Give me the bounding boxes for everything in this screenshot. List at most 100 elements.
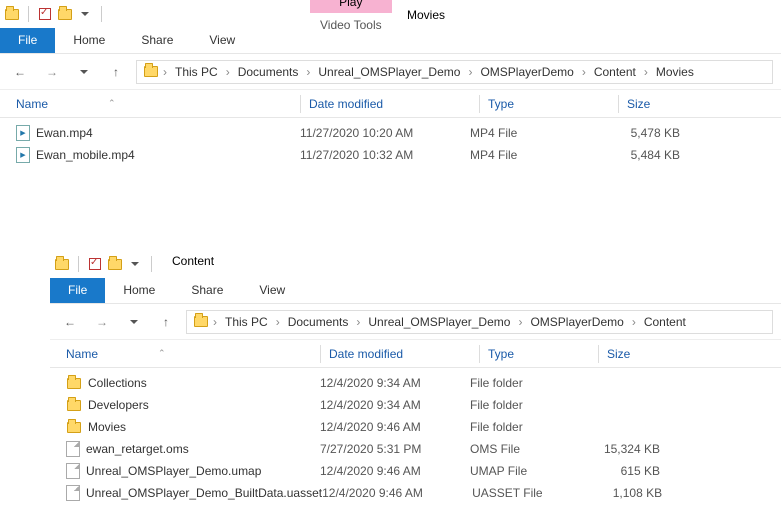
- breadcrumb-seg[interactable]: Documents: [234, 63, 303, 81]
- chevron-right-icon[interactable]: ›: [304, 65, 312, 79]
- breadcrumb-seg[interactable]: OMSPlayerDemo: [526, 313, 627, 331]
- tab-share[interactable]: Share: [173, 278, 241, 303]
- sort-caret-icon: ⌃: [108, 98, 116, 109]
- folder-icon: [66, 375, 82, 391]
- file-name: ewan_retarget.oms: [86, 442, 189, 456]
- breadcrumb-seg[interactable]: OMSPlayerDemo: [476, 63, 577, 81]
- properties-icon[interactable]: [37, 6, 53, 22]
- column-headers: Name⌃ Date modified Type Size: [50, 340, 781, 368]
- file-name: Unreal_OMSPlayer_Demo_BuiltData.uasset: [86, 486, 322, 500]
- column-type[interactable]: Type: [488, 97, 618, 111]
- file-row[interactable]: Unreal_OMSPlayer_Demo.umap 12/4/2020 9:4…: [50, 460, 781, 482]
- chevron-right-icon[interactable]: ›: [274, 315, 282, 329]
- breadcrumb[interactable]: › This PC › Documents › Unreal_OMSPlayer…: [136, 60, 773, 84]
- navbar: ← → ↑ › This PC › Documents › Unreal_OMS…: [50, 304, 781, 340]
- file-row[interactable]: ewan_retarget.oms 7/27/2020 5:31 PM OMS …: [50, 438, 781, 460]
- divider: [598, 345, 599, 363]
- up-button[interactable]: ↑: [154, 310, 178, 334]
- window-title: Movies: [395, 4, 457, 26]
- video-file-icon: [16, 147, 30, 163]
- back-button[interactable]: ←: [58, 310, 82, 334]
- tab-share[interactable]: Share: [123, 28, 191, 53]
- tab-file[interactable]: File: [0, 28, 55, 53]
- column-date[interactable]: Date modified: [329, 347, 479, 361]
- chevron-right-icon[interactable]: ›: [354, 315, 362, 329]
- breadcrumb-seg[interactable]: Content: [640, 313, 690, 331]
- file-date: 12/4/2020 9:34 AM: [320, 398, 470, 412]
- window-title: Content: [160, 250, 226, 272]
- chevron-right-icon[interactable]: ›: [224, 65, 232, 79]
- file-type: UMAP File: [470, 464, 580, 478]
- divider: [300, 95, 301, 113]
- folder-icon[interactable]: [107, 256, 123, 272]
- breadcrumb-seg[interactable]: This PC: [171, 63, 222, 81]
- tab-file[interactable]: File: [50, 278, 105, 303]
- column-headers: Name ⌃ Date modified Type Size: [0, 90, 781, 118]
- chevron-right-icon[interactable]: ›: [642, 65, 650, 79]
- column-date[interactable]: Date modified: [309, 97, 479, 111]
- file-type: UASSET File: [472, 486, 582, 500]
- column-size[interactable]: Size: [627, 97, 727, 111]
- breadcrumb[interactable]: › This PC › Documents › Unreal_OMSPlayer…: [186, 310, 773, 334]
- chevron-right-icon[interactable]: ›: [516, 315, 524, 329]
- file-date: 12/4/2020 9:34 AM: [320, 376, 470, 390]
- tab-home[interactable]: Home: [55, 28, 123, 53]
- forward-button[interactable]: →: [90, 310, 114, 334]
- breadcrumb-seg[interactable]: Content: [590, 63, 640, 81]
- divider: [320, 345, 321, 363]
- file-date: 12/4/2020 9:46 AM: [320, 420, 470, 434]
- breadcrumb-seg[interactable]: Movies: [652, 63, 698, 81]
- chevron-down-icon[interactable]: [72, 60, 96, 84]
- folder-icon: [66, 419, 82, 435]
- ribbon-tabs: File Home Share View: [50, 278, 781, 304]
- chevron-down-icon[interactable]: [127, 256, 143, 272]
- file-size: 1,108 KB: [582, 486, 682, 500]
- file-type: MP4 File: [470, 126, 600, 140]
- column-label: Name: [16, 97, 48, 111]
- sort-caret-icon: ⌃: [158, 348, 166, 359]
- file-row[interactable]: Unreal_OMSPlayer_Demo_BuiltData.uasset 1…: [50, 482, 781, 504]
- breadcrumb-seg[interactable]: This PC: [221, 313, 272, 331]
- tab-view[interactable]: View: [241, 278, 303, 303]
- file-row[interactable]: Collections 12/4/2020 9:34 AM File folde…: [50, 372, 781, 394]
- back-button[interactable]: ←: [8, 60, 32, 84]
- chevron-right-icon[interactable]: ›: [211, 315, 219, 329]
- column-type[interactable]: Type: [488, 347, 598, 361]
- chevron-down-icon[interactable]: [77, 6, 93, 22]
- explorer-window-movies: Play Video Tools Movies File Home Share …: [0, 0, 781, 170]
- divider: [479, 95, 480, 113]
- column-size[interactable]: Size: [607, 347, 707, 361]
- file-row[interactable]: Ewan.mp4 11/27/2020 10:20 AM MP4 File 5,…: [0, 122, 781, 144]
- chevron-down-icon[interactable]: [122, 310, 146, 334]
- folder-icon: [143, 64, 159, 80]
- column-name[interactable]: Name ⌃: [0, 97, 300, 111]
- file-name: Ewan_mobile.mp4: [36, 148, 135, 162]
- divider: [479, 345, 480, 363]
- tab-home[interactable]: Home: [105, 278, 173, 303]
- tab-view[interactable]: View: [191, 28, 253, 53]
- file-icon: [66, 441, 80, 457]
- folder-icon[interactable]: [57, 6, 73, 22]
- chevron-right-icon[interactable]: ›: [580, 65, 588, 79]
- file-name: Ewan.mp4: [36, 126, 93, 140]
- divider: [101, 6, 102, 22]
- file-row[interactable]: Developers 12/4/2020 9:34 AM File folder: [50, 394, 781, 416]
- breadcrumb-seg[interactable]: Documents: [284, 313, 353, 331]
- context-tab-group: Play Video Tools: [310, 0, 392, 37]
- file-row[interactable]: Ewan_mobile.mp4 11/27/2020 10:32 AM MP4 …: [0, 144, 781, 166]
- column-name[interactable]: Name⌃: [50, 347, 320, 361]
- file-date: 7/27/2020 5:31 PM: [320, 442, 470, 456]
- context-tab-label[interactable]: Video Tools: [310, 13, 392, 37]
- chevron-right-icon[interactable]: ›: [161, 65, 169, 79]
- file-type: File folder: [470, 398, 580, 412]
- file-type: OMS File: [470, 442, 580, 456]
- up-button[interactable]: ↑: [104, 60, 128, 84]
- properties-icon[interactable]: [87, 256, 103, 272]
- breadcrumb-seg[interactable]: Unreal_OMSPlayer_Demo: [364, 313, 514, 331]
- chevron-right-icon[interactable]: ›: [466, 65, 474, 79]
- chevron-right-icon[interactable]: ›: [630, 315, 638, 329]
- forward-button[interactable]: →: [40, 60, 64, 84]
- context-tab-play[interactable]: Play: [310, 0, 392, 13]
- breadcrumb-seg[interactable]: Unreal_OMSPlayer_Demo: [314, 63, 464, 81]
- file-row[interactable]: Movies 12/4/2020 9:46 AM File folder: [50, 416, 781, 438]
